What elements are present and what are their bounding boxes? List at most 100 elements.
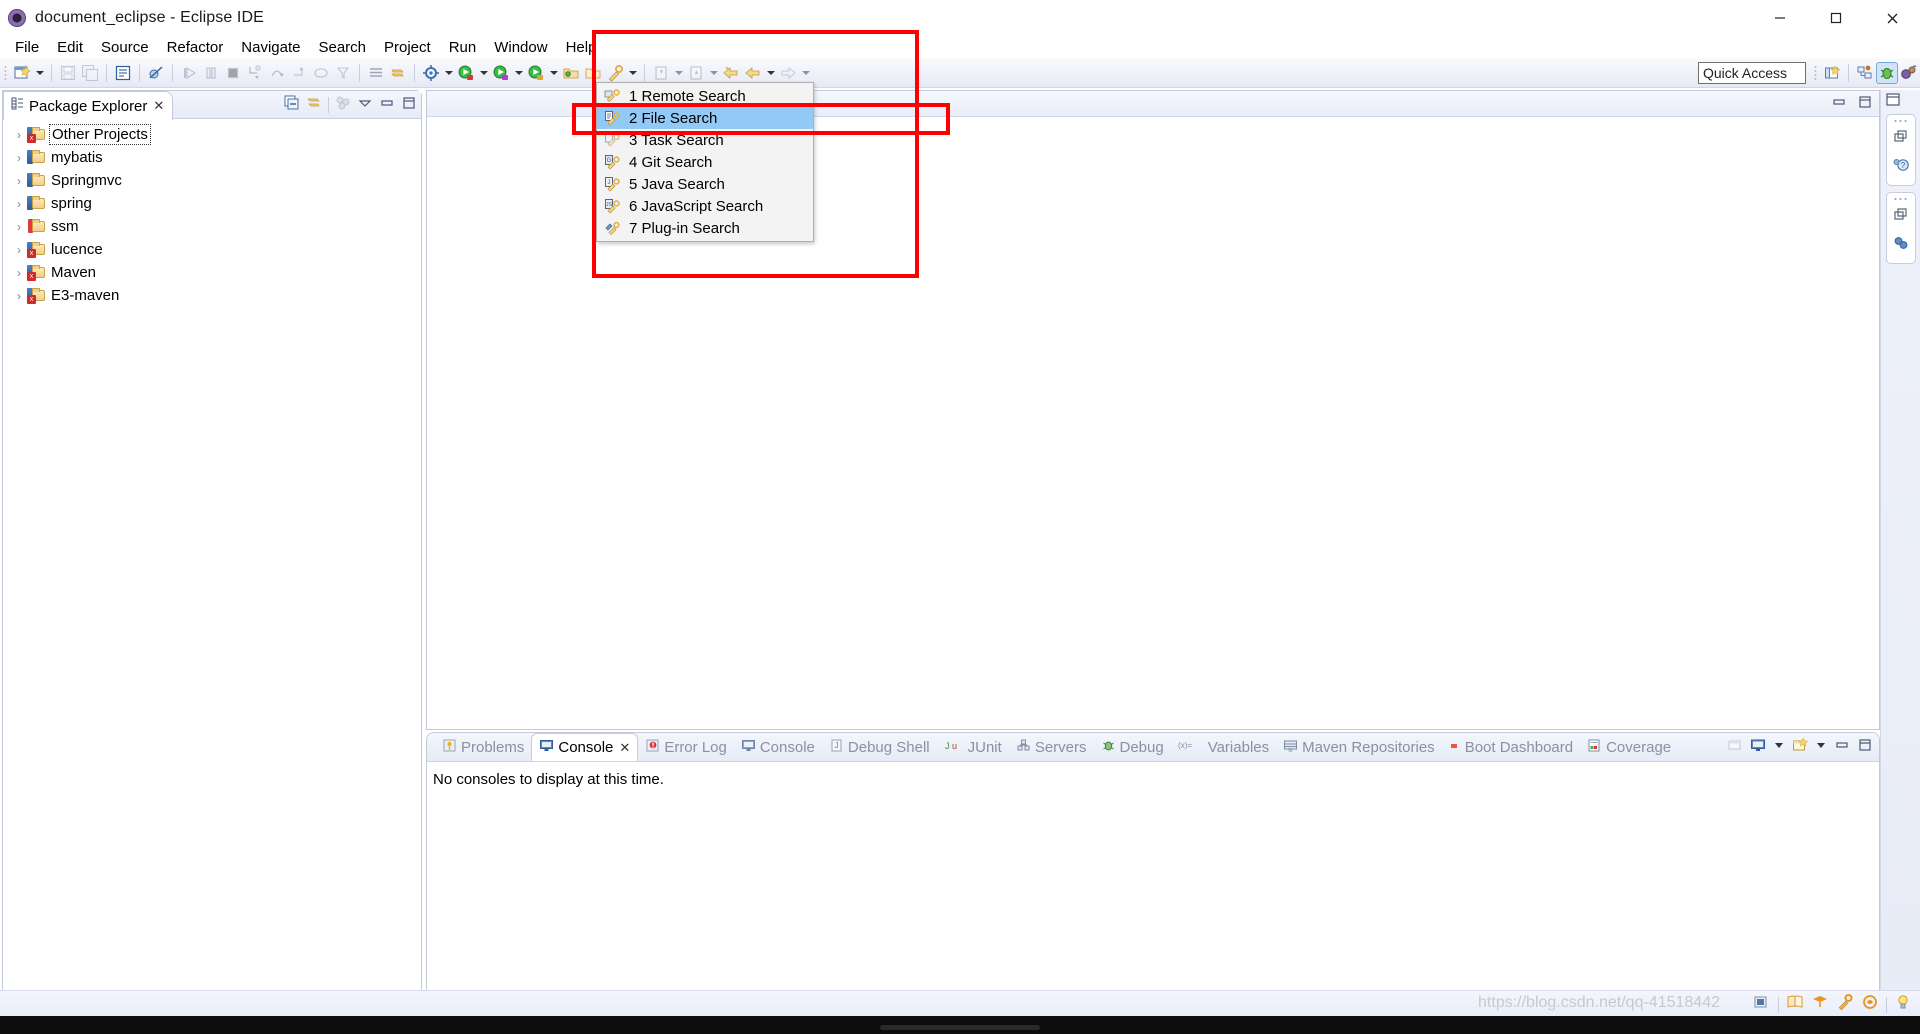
tree-item-ssm[interactable]: › ssm: [3, 215, 421, 238]
menu-run[interactable]: Run: [440, 36, 486, 59]
open-console-icon[interactable]: [1727, 737, 1743, 758]
back-dropdown-icon[interactable]: [764, 62, 777, 84]
forward-dropdown-icon[interactable]: [799, 62, 812, 84]
tab-junit[interactable]: Ju JUnit: [937, 733, 1009, 761]
run-icon[interactable]: [455, 62, 477, 84]
tab-servers[interactable]: Servers: [1009, 733, 1094, 761]
minimize-icon[interactable]: [1831, 94, 1847, 115]
chevron-right-icon[interactable]: ›: [11, 197, 27, 211]
resume-icon[interactable]: [178, 62, 200, 84]
menu-refactor[interactable]: Refactor: [158, 36, 233, 59]
new-console-dropdown-icon[interactable]: [1815, 737, 1827, 758]
view-menu-icon[interactable]: [357, 95, 373, 116]
back-icon[interactable]: [742, 62, 764, 84]
tab-console-active[interactable]: Console ✕: [531, 733, 639, 761]
search-toolbar-icon[interactable]: [604, 62, 626, 84]
menu-edit[interactable]: Edit: [48, 36, 92, 59]
smart-insert-icon[interactable]: [1786, 993, 1804, 1016]
writable-icon[interactable]: [1753, 993, 1771, 1016]
rail-grip[interactable]: [1892, 119, 1909, 123]
close-icon[interactable]: ✕: [619, 740, 630, 756]
close-icon[interactable]: ✕: [153, 98, 164, 114]
chevron-right-icon[interactable]: ›: [11, 128, 27, 142]
search-dropdown-arrow-icon[interactable]: [626, 62, 639, 84]
chevron-right-icon[interactable]: ›: [11, 174, 27, 188]
step-return-icon[interactable]: [288, 62, 310, 84]
menu-window[interactable]: Window: [485, 36, 556, 59]
open-project-icon[interactable]: [560, 62, 582, 84]
console-dropdown-icon[interactable]: [1773, 737, 1785, 758]
minimize-icon[interactable]: [379, 95, 395, 116]
console-body[interactable]: No consoles to display at this time.: [427, 762, 1879, 788]
display-selected-console-icon[interactable]: [1750, 737, 1766, 758]
open-perspective-icon[interactable]: [1821, 62, 1843, 84]
java-ee-perspective-icon[interactable]: [1854, 62, 1876, 84]
rail-grip[interactable]: [1892, 197, 1909, 201]
menu-item-java-search[interactable]: J 5 Java Search: [597, 173, 813, 195]
collapse-all-icon[interactable]: [284, 95, 300, 116]
debug-run-icon[interactable]: [490, 62, 512, 84]
next-annotation-icon[interactable]: [650, 62, 672, 84]
menu-project[interactable]: Project: [375, 36, 440, 59]
tree-item-other-projects[interactable]: › x Other Projects: [3, 123, 421, 146]
link-with-editor-icon[interactable]: [306, 95, 322, 116]
terminate-icon[interactable]: [222, 62, 244, 84]
drop-to-frame-icon[interactable]: [310, 62, 332, 84]
position-icon[interactable]: [1811, 993, 1829, 1016]
tab-console-2[interactable]: Console: [734, 733, 822, 761]
search-dropdown-menu[interactable]: 1 Remote Search 2 File Search 3 Task Sea…: [596, 82, 814, 242]
menu-item-git-search[interactable]: G 4 Git Search: [597, 151, 813, 173]
restore-editor-icon[interactable]: [1885, 92, 1903, 108]
synchronize-icon[interactable]: [387, 62, 409, 84]
minimize-icon[interactable]: [1834, 737, 1850, 758]
tab-debug[interactable]: Debug: [1094, 733, 1171, 761]
tab-error-log[interactable]: Error Log: [638, 733, 734, 761]
chevron-right-icon[interactable]: ›: [11, 266, 27, 280]
maximize-icon[interactable]: [1857, 94, 1873, 115]
bulb-icon[interactable]: [1894, 993, 1912, 1016]
save-all-icon[interactable]: [79, 62, 101, 84]
last-edit-location-icon[interactable]: [720, 62, 742, 84]
tab-maven-repositories[interactable]: M Maven Repositories: [1276, 733, 1442, 761]
close-project-icon[interactable]: [582, 62, 604, 84]
menu-item-task-search[interactable]: 3 Task Search: [597, 129, 813, 151]
tab-package-explorer[interactable]: Package Explorer ✕: [3, 91, 174, 120]
tab-problems[interactable]: Problems: [435, 733, 531, 761]
maximize-icon[interactable]: [1857, 737, 1873, 758]
tree-item-e3-maven[interactable]: › x E3-maven: [3, 284, 421, 307]
maximize-icon[interactable]: [401, 95, 417, 116]
external-tools-dropdown-icon[interactable]: [442, 62, 455, 84]
tree-item-spring[interactable]: › spring: [3, 192, 421, 215]
team-sync-icon[interactable]: [1892, 234, 1910, 257]
new-console-view-icon[interactable]: [1792, 737, 1809, 758]
menu-navigate[interactable]: Navigate: [232, 36, 309, 59]
close-button[interactable]: [1864, 0, 1920, 36]
menu-item-plugin-search[interactable]: 7 Plug-in Search: [597, 217, 813, 239]
maximize-button[interactable]: [1808, 0, 1864, 36]
next-annotation-dropdown-icon[interactable]: [672, 62, 685, 84]
search-icon[interactable]: [1836, 993, 1854, 1016]
coverage-dropdown-icon[interactable]: [547, 62, 560, 84]
menu-item-remote-search[interactable]: 1 Remote Search: [597, 85, 813, 107]
tip-icon[interactable]: [1861, 993, 1879, 1016]
new-wizard-icon[interactable]: [11, 62, 33, 84]
tree-item-maven[interactable]: › x Maven: [3, 261, 421, 284]
save-icon[interactable]: [57, 62, 79, 84]
new-java-file-icon[interactable]: [112, 62, 134, 84]
step-over-icon[interactable]: [266, 62, 288, 84]
view-filters-icon[interactable]: [335, 95, 351, 116]
toolbar-grip[interactable]: [4, 64, 7, 81]
forward-icon[interactable]: [777, 62, 799, 84]
restore-icon[interactable]: [1893, 207, 1909, 228]
chevron-right-icon[interactable]: ›: [11, 151, 27, 165]
chevron-right-icon[interactable]: ›: [11, 289, 27, 303]
tree-item-springmvc[interactable]: › Springmvc: [3, 169, 421, 192]
coverage-run-icon[interactable]: [525, 62, 547, 84]
menu-search[interactable]: Search: [309, 36, 375, 59]
open-task-icon[interactable]: [365, 62, 387, 84]
tab-boot-dashboard[interactable]: Boot Dashboard: [1442, 733, 1580, 761]
quick-access-input[interactable]: Quick Access: [1698, 61, 1806, 84]
menu-help[interactable]: Help: [557, 36, 606, 59]
tab-coverage[interactable]: Coverage: [1580, 733, 1678, 761]
menu-item-file-search[interactable]: 2 File Search: [597, 107, 813, 129]
